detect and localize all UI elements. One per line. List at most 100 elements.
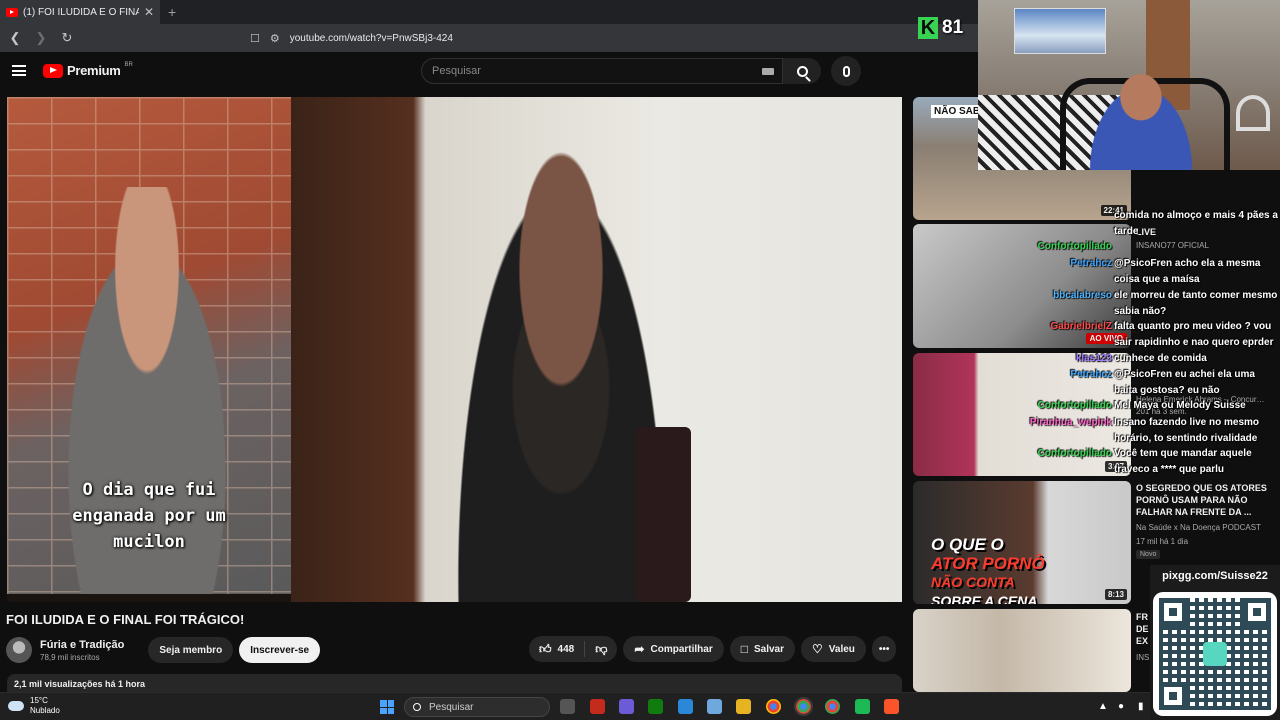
- streamer-figure: [1076, 66, 1206, 170]
- video-title: FOI ILUDIDA E O FINAL FOI TRÁGICO!: [6, 612, 245, 627]
- thanks-button[interactable]: ♡ Valeu: [801, 636, 866, 662]
- dislike-button[interactable]: 👎︎: [585, 642, 617, 657]
- new-tab-button[interactable]: +: [168, 4, 176, 20]
- video-caption: O dia que fui enganada por um mucilon: [19, 477, 279, 555]
- back-icon[interactable]: ❮: [8, 30, 22, 46]
- save-button[interactable]: □ Salvar: [729, 636, 795, 662]
- tray-chevron-icon[interactable]: ▲: [1098, 701, 1108, 712]
- chat-username: Confortopillado: [1037, 448, 1112, 459]
- thumb-line-2: ATOR PORNÔ: [931, 554, 1045, 573]
- chat-text: ele morreu de tanto comer mesmo sabia nã…: [1114, 290, 1278, 317]
- vpn-app-icon[interactable]: [619, 699, 634, 714]
- app-icon[interactable]: [590, 699, 605, 714]
- thanks-label: Valeu: [828, 643, 855, 655]
- youtube-premium-logo[interactable]: Premium BR: [43, 62, 133, 78]
- weather-condition: Nublado: [30, 706, 60, 715]
- join-button[interactable]: Seja membro: [148, 637, 234, 663]
- chat-text: Você tem que mandar aquele traveco a ***…: [1114, 448, 1252, 475]
- reaction-clip: O dia que fui enganada por um mucilon: [7, 97, 291, 594]
- voice-search-button[interactable]: [831, 56, 861, 86]
- recommendation-channel[interactable]: INSANO77 OFICIAL: [1136, 240, 1209, 252]
- caption-line-1: O dia que fui: [82, 480, 216, 500]
- task-view-icon[interactable]: [560, 699, 575, 714]
- recommendation-title[interactable]: O SEGREDO QUE OS ATORES PORNÔ USAM PARA …: [1136, 482, 1276, 518]
- channel-avatar[interactable]: [6, 637, 32, 663]
- pix-url: pixgg.com/Suisse22: [1162, 570, 1268, 582]
- search-icon: [796, 65, 808, 77]
- browser-tabstrip: (1) FOI ILUDIDA E O FINAL FOI T ✕ +: [0, 0, 978, 24]
- share-button[interactable]: ➦ Compartilhar: [623, 636, 724, 662]
- more-actions-button[interactable]: •••: [871, 636, 897, 662]
- search-button[interactable]: [783, 58, 821, 84]
- video-owner: Fúria e Tradição 78,9 mil inscritos Seja…: [6, 636, 321, 664]
- qr-finder: [1159, 598, 1187, 626]
- qr-pattern: [1159, 598, 1271, 710]
- cloud-icon: [8, 701, 24, 711]
- recommendation-thumbnail[interactable]: O QUE O ATOR PORNÔ NÃO CONTA SOBRE A CEN…: [913, 481, 1131, 604]
- url-text[interactable]: youtube.com/watch?v=PnwSBj3-424: [290, 33, 453, 44]
- bookmark-icon[interactable]: ☐: [250, 32, 260, 45]
- chrome-profile-icon[interactable]: [825, 699, 840, 714]
- chat-text: falta quanto pro meu video ? vou sair ra…: [1114, 321, 1274, 348]
- video-player[interactable]: O dia que fui enganada por um mucilon: [7, 97, 902, 602]
- chat-text: comida no almoço e mais 4 pães a tarde: [1114, 210, 1278, 237]
- menu-icon[interactable]: [12, 65, 26, 76]
- chat-text: @PsicoFren acho ela a mesma coisa que a …: [1114, 258, 1261, 285]
- thumb-line-1: O QUE O: [931, 535, 1004, 554]
- thanks-heart-icon: ♡: [812, 642, 823, 656]
- chrome-active-icon[interactable]: [794, 697, 813, 716]
- tab-title: (1) FOI ILUDIDA E O FINAL FOI T: [23, 6, 139, 18]
- like-button[interactable]: 👍︎ 448: [529, 641, 586, 657]
- channel-name[interactable]: Fúria e Tradição: [40, 639, 124, 651]
- close-tab-icon[interactable]: ✕: [144, 5, 154, 19]
- windows-start-icon[interactable]: [380, 700, 394, 714]
- volume-icon[interactable]: ▮: [1138, 701, 1144, 712]
- host-camera: [291, 97, 902, 602]
- weather-widget[interactable]: 15°C Nublado: [8, 696, 60, 716]
- chrome-icon[interactable]: [766, 699, 781, 714]
- brave-icon[interactable]: [884, 699, 899, 714]
- microphone-icon: [842, 65, 850, 77]
- new-badge: Novo: [1136, 550, 1161, 559]
- reload-icon[interactable]: ↻: [60, 30, 74, 46]
- youtube-favicon-icon: [6, 7, 18, 17]
- subscribe-button[interactable]: Inscrever-se: [239, 637, 321, 663]
- bookmark-save-icon: □: [740, 642, 748, 656]
- search-placeholder: Pesquisar: [432, 65, 481, 77]
- taskbar-search-placeholder: Pesquisar: [429, 701, 474, 713]
- xbox-icon[interactable]: [648, 699, 663, 714]
- windows-taskbar: 15°C Nublado Pesquisar ▲ ● ▮: [0, 692, 1150, 720]
- file-explorer-icon[interactable]: [736, 699, 751, 714]
- recommendation-channel[interactable]: INS: [1136, 652, 1149, 664]
- qr-finder: [1243, 598, 1271, 626]
- video-actions: 👍︎ 448 👎︎ ➦ Compartilhar □ Salvar ♡ Vale…: [529, 636, 897, 662]
- forward-icon[interactable]: ❯: [34, 30, 48, 46]
- app-icon[interactable]: [855, 699, 870, 714]
- chat-username: Piranhua_wepink: [1029, 417, 1112, 428]
- caption-line-2: enganada por um: [72, 506, 226, 526]
- thumb-label: NÃO SAB: [931, 105, 984, 118]
- chat-username: Confortopillado: [1037, 241, 1112, 252]
- chat-username: Petrahcz: [1070, 258, 1112, 269]
- headphones-icon: [1236, 95, 1270, 131]
- thumbs-up-icon: 👍︎: [539, 641, 552, 656]
- keyboard-icon[interactable]: [762, 68, 774, 75]
- notes-app-icon[interactable]: [678, 699, 693, 714]
- taskbar-search[interactable]: Pesquisar: [404, 697, 550, 717]
- search-input[interactable]: Pesquisar: [421, 58, 783, 84]
- view-stats: 2,1 mil visualizações há 1 hora: [14, 679, 146, 689]
- network-icon[interactable]: ●: [1118, 701, 1124, 712]
- address-bar[interactable]: ☐ ⚙ youtube.com/watch?v=PnwSBj3-424: [250, 27, 940, 49]
- streamer-webcam: [978, 0, 1280, 170]
- recommendation-thumbnail[interactable]: [913, 609, 1131, 692]
- taskbar-search-icon: [413, 703, 421, 711]
- browser-toolbar: ❮ ❯ ↻ ☐ ⚙ youtube.com/watch?v=PnwSBj3-42…: [0, 24, 978, 52]
- chat-username: Confortopillado: [1037, 400, 1112, 411]
- app-icon[interactable]: [707, 699, 722, 714]
- site-info-icon[interactable]: ⚙: [270, 32, 280, 45]
- recommendation-title[interactable]: FR DE EX: [1136, 611, 1150, 647]
- browser-tab-youtube[interactable]: (1) FOI ILUDIDA E O FINAL FOI T ✕: [0, 0, 160, 24]
- chat-username: bbcalabreso: [1053, 290, 1112, 301]
- like-count: 448: [557, 643, 575, 655]
- recommendation-channel[interactable]: Na Saúde x Na Doença PODCAST: [1136, 522, 1261, 534]
